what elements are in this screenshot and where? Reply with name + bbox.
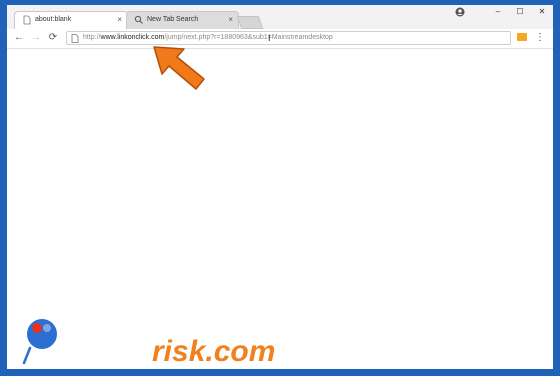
tab-title: New Tab Search [147, 16, 199, 23]
tab-about-blank[interactable]: about:blank × [14, 11, 128, 29]
minimize-button[interactable]: – [487, 5, 509, 19]
logo-risk-text: risk.com [152, 335, 275, 368]
url-path: /jump/next.php?r=1880963&sub1=Mainstream… [164, 34, 333, 41]
menu-button[interactable]: ⋮ [535, 31, 545, 45]
address-bar[interactable]: http://www.linkonclick.com/jump/next.php… [66, 31, 511, 45]
arrow-icon [153, 46, 205, 90]
folder-icon[interactable] [517, 33, 527, 41]
tab-close-button[interactable]: × [228, 12, 233, 28]
page-icon [71, 34, 79, 43]
tab-strip: about:blank × New Tab Search × – ☐ ✕ [7, 5, 553, 29]
close-window-button[interactable]: ✕ [531, 5, 553, 19]
url-host: www.linkonclick.com [100, 34, 165, 41]
forward-button[interactable]: → [29, 31, 43, 45]
tab-close-button[interactable]: × [117, 12, 122, 28]
toolbar: ← → ⟳ http://www.linkonclick.com/jump/ne… [7, 29, 553, 49]
profile-icon[interactable] [455, 7, 465, 17]
tab-title: about:blank [35, 16, 72, 23]
logo-pc-text: PC [62, 316, 132, 369]
maximize-button[interactable]: ☐ [509, 5, 531, 19]
new-tab-button[interactable] [236, 16, 264, 29]
text-cursor-icon: I [268, 33, 271, 43]
search-icon [134, 15, 143, 24]
tab-new-tab-search[interactable]: New Tab Search × [126, 11, 239, 29]
pcrisk-logo: PC risk.com [21, 315, 275, 369]
page-icon [23, 15, 31, 25]
back-button[interactable]: ← [12, 31, 26, 45]
reload-button[interactable]: ⟳ [46, 31, 60, 45]
url-scheme: http:// [83, 34, 101, 41]
